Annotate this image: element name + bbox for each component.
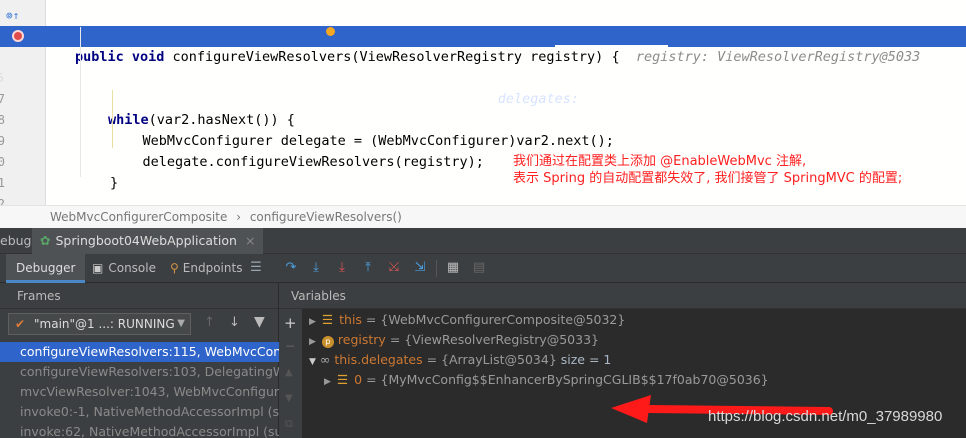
toolbar-divider: [436, 260, 437, 277]
drop-frame-icon[interactable]: ⤩: [386, 260, 402, 276]
breakpoint-icon[interactable]: [12, 30, 24, 42]
tab-debugger[interactable]: Debugger: [6, 254, 86, 283]
copy-icon[interactable]: ⧉: [285, 417, 293, 431]
keyword: public void: [75, 49, 173, 65]
tab-console-label: Console: [108, 261, 156, 275]
console-icon: ▣: [92, 261, 104, 275]
expand-arrow-icon[interactable]: ▶: [309, 317, 316, 327]
chevron-down-icon[interactable]: ▼: [177, 314, 185, 334]
code-line-close-brace: 0 }: [0, 131, 966, 191]
frames-title: Frames: [0, 283, 278, 309]
run-config-tab[interactable]: ✿ Springboot04WebApplication ×: [32, 228, 264, 254]
method-declaration: configureViewResolvers(ViewResolverRegis…: [172, 49, 636, 65]
show-execution-point-icon[interactable]: ↷: [283, 260, 299, 276]
frame-item[interactable]: mvcViewResolver:1043, WebMvcConfiguratio…: [0, 382, 279, 402]
expand-arrow-icon[interactable]: ▶: [324, 377, 331, 387]
variable-value: = {WebMvcConfigurerComposite@5032}: [361, 312, 626, 327]
variable-row[interactable]: ▶ p registry = {ViewResolverRegistry@5033}: [309, 330, 599, 350]
tab-endpoints[interactable]: ⚲ Endpoints: [160, 254, 252, 283]
thread-selector[interactable]: ✔ "main"@1 ...: RUNNING ▼: [8, 313, 191, 335]
tab-endpoints-label: Endpoints: [182, 261, 243, 275]
menu-icon[interactable]: ☰: [248, 260, 264, 276]
checkmark-icon: ✔: [15, 317, 26, 331]
override-icon[interactable]: ⊚↑: [6, 5, 19, 26]
tab-debugger-label: Debugger: [16, 261, 76, 275]
tab-console[interactable]: ▣ Console: [82, 254, 166, 283]
run-config-name: Springboot04WebApplication: [55, 233, 237, 248]
variables-side-toolbar: + − ▲ ▼ ⧉: [279, 309, 303, 438]
inline-debug-hint: registry: ViewResolverRegistry@5033: [635, 49, 921, 65]
debug-label: ebug:: [0, 233, 36, 248]
breadcrumb-separator: ›: [236, 210, 241, 224]
debug-dot-icon: [326, 27, 335, 36]
filter-icon[interactable]: ▼: [254, 314, 265, 330]
arrow-up-icon[interactable]: ↑: [204, 315, 215, 330]
evaluate-expression-icon[interactable]: ▦: [445, 260, 461, 276]
breadcrumb-method[interactable]: configureViewResolvers(): [250, 210, 402, 224]
indent-guide: [112, 90, 113, 148]
variable-value: = {ArrayList@5034}: [422, 352, 557, 367]
variable-row[interactable]: ▼ ∞ this.delegates = {ArrayList@5034} size…: [309, 350, 611, 370]
code-line-method-signature: ⊚↑ public void configureViewResolvers(Vi…: [0, 5, 966, 65]
endpoints-icon: ⚲: [170, 261, 179, 275]
variable-row[interactable]: ▶ ☰ this = {WebMvcConfigurerComposite@5032…: [309, 310, 625, 330]
variable-name: this: [339, 312, 362, 327]
thread-selector-value: "main"@1 ...: RUNNING: [34, 317, 175, 331]
frame-item[interactable]: configureViewResolvers:103, DelegatingWe…: [0, 362, 279, 382]
variables-title: Variables: [279, 283, 966, 309]
debug-tool-window-header: ebug: ✿ Springboot04WebApplication ×: [0, 228, 966, 254]
trace-icon[interactable]: ▤: [471, 260, 487, 276]
variable-value: = {MyMvcConfig$$EnhancerBySpringCGLIB$$1…: [362, 372, 769, 387]
annotation-note: 表示 Spring 的自动配置都失效了, 我们接管了 SpringMVC 的配置…: [513, 171, 903, 186]
variable-name: this.delegates: [334, 352, 423, 367]
spring-leaf-icon: ✿: [40, 233, 51, 248]
code-editor[interactable]: ⊚↑ public void configureViewResolvers(Vi…: [0, 0, 966, 233]
code-line-delegate-call: 9 delegate.configureViewResolvers(regist…: [0, 110, 966, 170]
frames-panel: Frames ✔ "main"@1 ...: RUNNING ▼ ↑ ↓ ▼ c…: [0, 283, 279, 438]
watermark: https://blog.csdn.net/m0_37989980: [708, 408, 943, 425]
indent-guide: [80, 27, 81, 177]
field-icon: ☰: [336, 372, 349, 387]
add-watch-icon[interactable]: +: [284, 314, 297, 332]
step-over-icon[interactable]: ⤓: [308, 260, 324, 276]
parameter-icon: p: [321, 336, 334, 348]
underline-marker: [555, 45, 668, 47]
variable-value: = {ViewResolverRegistry@5033}: [385, 332, 599, 347]
variable-size: size = 1: [556, 352, 612, 367]
variable-row[interactable]: ▶ ☰ 0 = {MyMvcConfig$$EnhancerBySpringCGLI…: [324, 370, 769, 390]
watch-glasses-icon: ∞: [319, 352, 331, 367]
breadcrumb-class[interactable]: WebMvcConfigurerComposite: [50, 210, 227, 224]
close-icon[interactable]: ×: [245, 233, 255, 248]
frame-item[interactable]: invoke:62, NativeMethodAccessorImpl (sun…: [0, 422, 279, 438]
run-to-cursor-icon[interactable]: ⇲: [412, 260, 428, 276]
current-execution-line[interactable]: 5 Iterator var2 = this.delegates.iterato…: [0, 26, 966, 107]
code-line-while: 7 while(var2.hasNext()) {: [0, 68, 966, 128]
breadcrumb: WebMvcConfigurerComposite › configureVie…: [0, 205, 966, 228]
force-step-into-icon[interactable]: ⤓: [334, 260, 350, 276]
expand-arrow-icon[interactable]: ▶: [309, 337, 316, 347]
arrow-down-icon[interactable]: ↓: [229, 315, 240, 330]
move-up-icon[interactable]: ▲: [285, 367, 293, 378]
frame-item[interactable]: invoke0:-1, NativeMethodAccessorImpl (su…: [0, 402, 279, 422]
variable-name: registry: [337, 332, 386, 347]
collapse-arrow-icon[interactable]: ▼: [309, 357, 316, 367]
move-down-icon[interactable]: ▼: [285, 393, 293, 404]
remove-icon[interactable]: −: [285, 339, 295, 353]
variable-name: 0: [354, 372, 363, 387]
field-icon: ☰: [321, 312, 334, 327]
step-out-icon[interactable]: ⤒: [360, 260, 376, 276]
code-line-delegate-decl: 8 WebMvcConfigurer delegate = (WebMvcCon…: [0, 89, 966, 149]
frame-item[interactable]: configureViewResolvers:115, WebMvcConfig…: [0, 342, 279, 362]
debugger-toolbar: Debugger ▣ Console ⚲ Endpoints ☰ ↷ ⤓ ⤓ ⤒ ⤩…: [0, 254, 966, 283]
